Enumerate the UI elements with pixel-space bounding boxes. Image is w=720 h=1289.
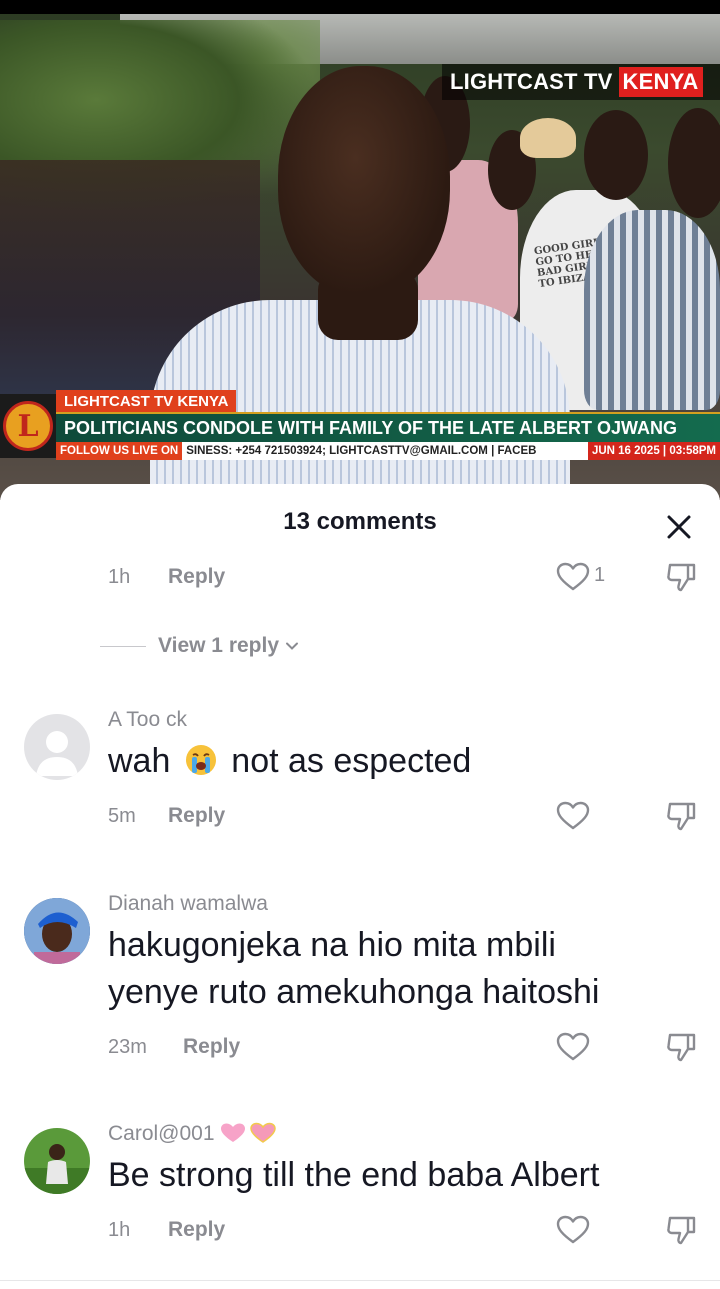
dislike-button[interactable] xyxy=(664,799,698,833)
comment-text: wah not as espected xyxy=(108,738,688,785)
close-button[interactable] xyxy=(662,510,696,544)
ticker-info: SINESS: +254 721503924; LIGHTCASTTV@GMAI… xyxy=(182,442,588,460)
avatar[interactable] xyxy=(24,898,90,964)
like-button[interactable] xyxy=(556,1032,590,1062)
chevron-down-icon xyxy=(286,642,299,650)
comments-sheet: 13 comments 1h Reply 1 View 1 reply A To… xyxy=(0,484,720,1289)
avatar[interactable] xyxy=(24,714,90,780)
user-photo-avatar xyxy=(24,1128,90,1194)
view-replies-button[interactable]: View 1 reply xyxy=(100,632,299,660)
thumbs-down-icon xyxy=(667,802,696,831)
channel-logo: L xyxy=(0,394,56,458)
comment-username[interactable]: Dianah wamalwa xyxy=(108,892,268,916)
comment-time: 5m xyxy=(108,804,136,827)
comment-text-before: wah xyxy=(108,742,171,780)
loudly-crying-face-icon xyxy=(185,745,216,775)
view-replies-divider xyxy=(100,645,146,647)
dislike-button[interactable] xyxy=(664,560,698,594)
comment-time: 23m xyxy=(108,1035,147,1058)
thumbs-down-icon xyxy=(667,1033,696,1062)
view-replies-label: View 1 reply xyxy=(158,634,280,657)
like-button[interactable] xyxy=(556,562,590,592)
comment-meta-row: 1h Reply xyxy=(108,1215,225,1245)
logo-letter: L xyxy=(17,408,39,444)
comment-text: Be strong till the end baba Albert xyxy=(108,1156,600,1194)
like-button[interactable] xyxy=(556,1215,590,1245)
channel-watermark: LIGHTCAST TV KENYA xyxy=(442,64,720,100)
comment-username[interactable]: Carol@001 xyxy=(108,1122,277,1146)
reply-button[interactable]: Reply xyxy=(183,1035,240,1059)
dislike-button[interactable] xyxy=(664,1213,698,1247)
speaker-head xyxy=(278,66,450,296)
comments-count-title: 13 comments xyxy=(283,508,437,535)
bottom-divider xyxy=(0,1280,720,1281)
bg-person-head xyxy=(668,108,720,218)
ticker-bottom-bar: FOLLOW US LIVE ON SINESS: +254 721503924… xyxy=(56,442,720,460)
heart-icon xyxy=(556,1032,590,1061)
comment-time: 1h xyxy=(108,1218,131,1241)
reply-button[interactable]: Reply xyxy=(168,565,225,589)
watermark-right: KENYA xyxy=(618,67,703,97)
ticker-label: LIGHTCAST TV KENYA xyxy=(56,390,237,412)
heart-icon xyxy=(556,1215,590,1244)
ticker-follow: FOLLOW US LIVE ON xyxy=(56,442,183,460)
comment-meta-row: 5m Reply xyxy=(108,801,225,831)
video-player[interactable]: GOOD GIRLS GO TO HEAVEN BAD GIRLS GO TO … xyxy=(0,0,720,500)
comment-time: 1h xyxy=(108,565,131,588)
logo-ring: L xyxy=(3,401,53,451)
comment-username[interactable]: A Too ck xyxy=(108,708,187,732)
ticker-date: JUN 16 2025 | 03:58PM xyxy=(587,442,720,460)
comment-meta-row: 23m Reply xyxy=(108,1032,240,1062)
comment-text-line: hakugonjeka na hio mita mbili xyxy=(108,926,556,964)
dislike-button[interactable] xyxy=(664,1030,698,1064)
status-bar xyxy=(0,0,720,14)
bg-person-head xyxy=(584,110,648,200)
reply-button[interactable]: Reply xyxy=(168,804,225,828)
ticker-headline: POLITICIANS CONDOLE WITH FAMILY OF THE L… xyxy=(56,412,720,442)
bg-person-plaid xyxy=(584,210,720,410)
like-button[interactable] xyxy=(556,801,590,831)
thumbs-down-icon xyxy=(667,563,696,592)
heart-icon xyxy=(556,562,590,591)
comment-username-text: Carol@001 xyxy=(108,1122,215,1145)
watermark-left: LIGHTCAST TV xyxy=(450,69,613,94)
heart-icon xyxy=(556,801,590,830)
avatar[interactable] xyxy=(24,1128,90,1194)
bg-person-head xyxy=(520,118,576,158)
thumbs-down-icon xyxy=(667,1216,696,1245)
comment-text-line: yenye ruto amekuhonga haitoshi xyxy=(108,973,600,1011)
comment-meta-row: 1h Reply xyxy=(108,562,225,592)
comment-text: hakugonjeka na hio mita mbili yenye ruto… xyxy=(108,922,688,1016)
pink-hearts-icon xyxy=(221,1122,277,1143)
comment-text-after: not as espected xyxy=(231,742,472,780)
default-avatar-icon xyxy=(36,731,78,776)
reply-button[interactable]: Reply xyxy=(168,1218,225,1242)
like-count: 1 xyxy=(594,564,606,586)
close-icon xyxy=(667,515,691,539)
user-photo-avatar xyxy=(24,898,90,964)
